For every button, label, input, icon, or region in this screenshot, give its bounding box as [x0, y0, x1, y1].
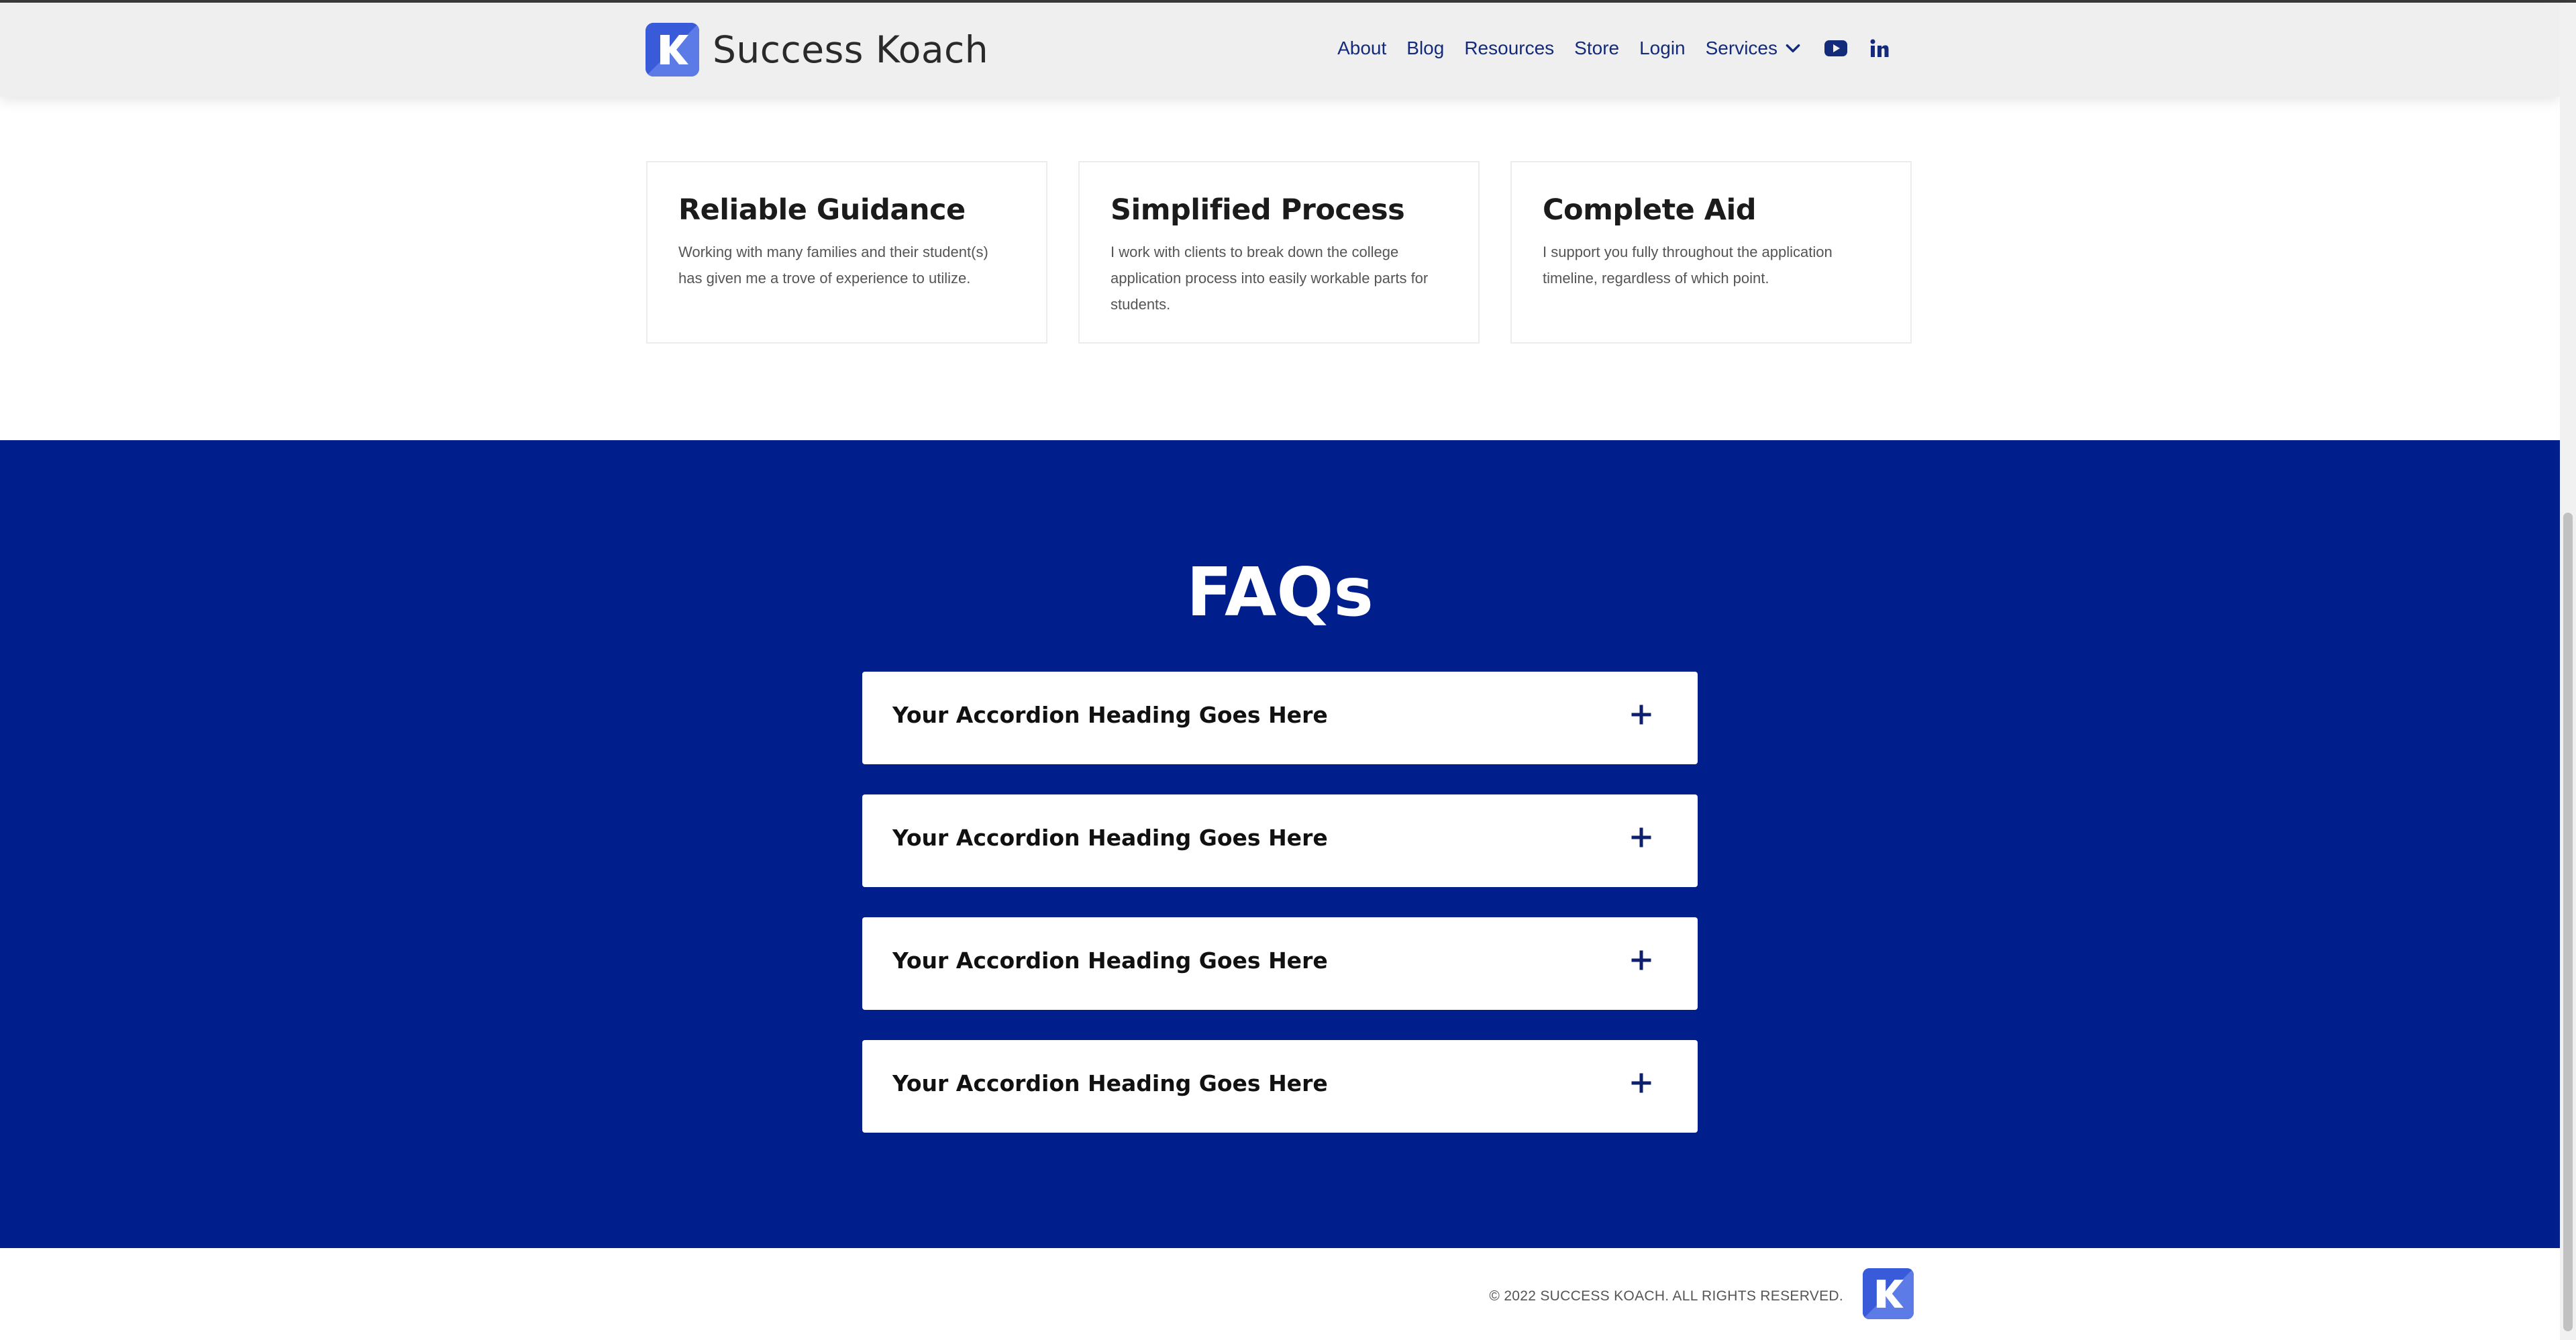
page-scrollbar[interactable] [2560, 3, 2576, 1340]
feature-text: I support you fully throughout the appli… [1543, 244, 1833, 287]
brand-name: Success Koach [713, 28, 989, 71]
feature-text: Working with many families and their stu… [678, 244, 988, 287]
main-nav: About Blog Resources Store Login Service… [1317, 38, 1889, 59]
accordion-item[interactable]: Your Accordion Heading Goes Here [862, 794, 1698, 887]
site-header: Success Koach About Blog Resources Store… [0, 3, 2560, 97]
feature-card: Reliable Guidance Working with many fami… [646, 161, 1047, 344]
accordion-item[interactable]: Your Accordion Heading Goes Here [862, 1040, 1698, 1133]
accordion-item[interactable]: Your Accordion Heading Goes Here [862, 917, 1698, 1010]
faq-accordion: Your Accordion Heading Goes Here Your Ac… [862, 672, 1698, 1163]
plus-icon [1631, 1073, 1651, 1093]
nav-login[interactable]: Login [1639, 38, 1686, 59]
accordion-heading: Your Accordion Heading Goes Here [892, 947, 1328, 974]
accordion-heading: Your Accordion Heading Goes Here [892, 702, 1328, 728]
nav-store[interactable]: Store [1574, 38, 1619, 59]
accordion-heading: Your Accordion Heading Goes Here [892, 825, 1328, 851]
accordion-heading: Your Accordion Heading Goes Here [892, 1070, 1328, 1096]
k-logo-icon [646, 23, 699, 76]
feature-card: Simplified Process I work with clients t… [1078, 161, 1480, 344]
plus-icon [1631, 705, 1651, 725]
nav-resources[interactable]: Resources [1464, 38, 1554, 59]
feature-card: Complete Aid I support you fully through… [1510, 161, 1912, 344]
plus-icon [1631, 950, 1651, 970]
linkedin-icon[interactable] [1870, 39, 1889, 58]
chevron-down-icon [1786, 44, 1800, 53]
feature-text: I work with clients to break down the co… [1111, 244, 1429, 313]
nav-services-label: Services [1705, 38, 1778, 58]
nav-blog[interactable]: Blog [1406, 38, 1444, 59]
feature-title: Complete Aid [1543, 193, 1757, 227]
scrollbar-thumb[interactable] [2563, 513, 2573, 1331]
faq-title: FAQs [1186, 553, 1374, 631]
feature-title: Simplified Process [1111, 193, 1405, 227]
faq-section: FAQs Your Accordion Heading Goes Here Yo… [0, 440, 2560, 1248]
youtube-icon[interactable] [1824, 40, 1847, 57]
feature-title: Reliable Guidance [678, 193, 966, 227]
plus-icon [1631, 827, 1651, 847]
feature-cards: Reliable Guidance Working with many fami… [646, 161, 1912, 344]
accordion-item[interactable]: Your Accordion Heading Goes Here [862, 672, 1698, 764]
site-footer: © 2022 SUCCESS KOACH. ALL RIGHTS RESERVE… [0, 1248, 2560, 1340]
copyright-text: © 2022 SUCCESS KOACH. ALL RIGHTS RESERVE… [1489, 1288, 1843, 1304]
footer-k-logo-icon[interactable] [1863, 1268, 1914, 1319]
nav-services-dropdown[interactable]: Services [1706, 38, 1802, 59]
nav-about[interactable]: About [1337, 38, 1386, 59]
brand-logo-link[interactable]: Success Koach [646, 23, 988, 76]
